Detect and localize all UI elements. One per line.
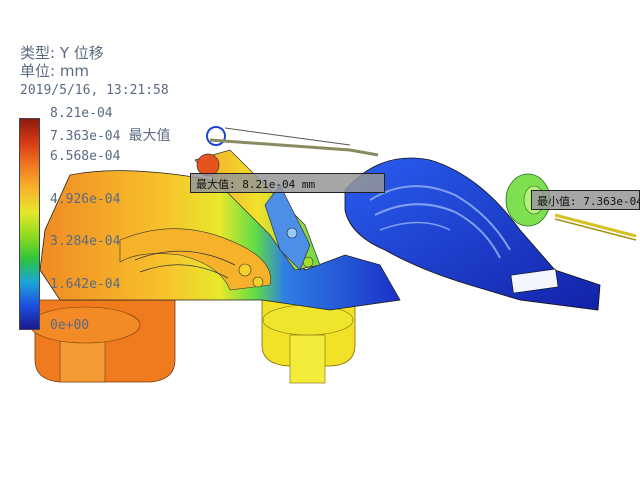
legend-tick-label: 4.926e-04 <box>50 192 121 207</box>
legend-tick-label: 0e+00 <box>50 318 90 333</box>
max-value-label: 最大值 <box>128 128 171 144</box>
legend-tick-label: 3.284e-04 <box>50 234 121 249</box>
legend-tick-label: 8.21e-04 <box>50 106 113 121</box>
legend-tick-label: 6.568e-04 <box>50 149 121 164</box>
middle-base <box>261 299 356 384</box>
min-probe-tag[interactable]: 最小值: 7.363e-04 mm <box>531 190 640 210</box>
color-legend-bar <box>19 118 40 330</box>
max-probe-tag[interactable]: 最大值: 8.21e-04 mm <box>190 173 385 193</box>
timestamp: 2019/5/16, 13:21:58 <box>20 83 169 98</box>
legend-tick-label: 7.363e-04 最大值 <box>50 128 171 144</box>
3d-viewport[interactable]: 类型: Y 位移 单位: mm 2019/5/16, 13:21:58 8.21… <box>0 0 640 480</box>
left-base <box>29 299 176 383</box>
legend-tick-label: 1.642e-04 <box>50 277 121 292</box>
unit-label: 单位: mm <box>20 62 90 80</box>
